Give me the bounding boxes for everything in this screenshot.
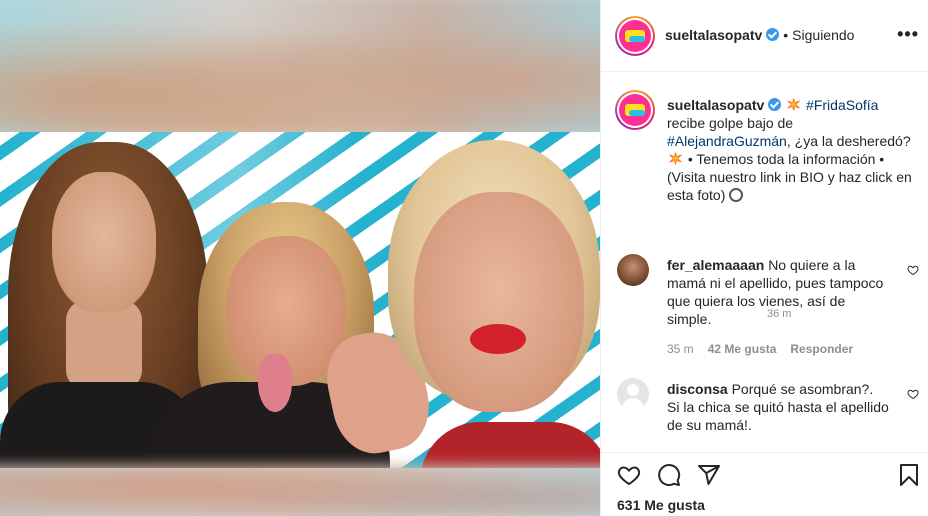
caption-username[interactable]: sueltalasopatv [667, 97, 764, 113]
comment-like-heart-icon[interactable] [907, 388, 919, 400]
header-username[interactable]: sueltalasopatv [665, 27, 762, 43]
comment-text: fer_alemaaaan No quiere a la mamá ni el … [667, 256, 889, 328]
comment-username[interactable]: fer_alemaaaan [667, 257, 764, 273]
comment-username[interactable]: disconsa [667, 381, 728, 397]
follow-separator: • [783, 27, 789, 43]
likes-count[interactable]: 631 Me gusta [617, 497, 705, 513]
comment-avatar[interactable] [617, 254, 649, 286]
following-button[interactable]: Siguiendo [792, 27, 854, 43]
sueltalasopa-logo [619, 94, 651, 126]
post-photo[interactable] [0, 132, 600, 468]
post-actions-bar: 631 Me gusta [601, 452, 928, 516]
caption-text-2: , ¿ya la desheredó? [786, 133, 911, 149]
caption-text-1: recibe golpe bajo de [667, 115, 794, 131]
comment-icon[interactable] [657, 463, 681, 487]
hashtag-fridasofia-link[interactable]: #FridaSofía [806, 97, 878, 113]
comment-avatar-default[interactable] [617, 378, 649, 410]
post-side-panel: sueltalasopatv • Siguiendo ••• sueltalasop… [600, 0, 928, 516]
caption-text: sueltalasopatv #FridaSofía recibe golpe … [667, 96, 917, 205]
person-right-lips [470, 324, 526, 354]
person-left-neck [66, 300, 142, 390]
heart-icon[interactable] [617, 463, 641, 487]
comment-like-heart-icon[interactable] [907, 264, 919, 276]
verified-badge-icon [768, 98, 782, 111]
comment-likes[interactable]: 42 Me gusta [708, 342, 777, 356]
comment-text: disconsa Porqué se asombran?. Si la chic… [667, 380, 889, 434]
post-header: sueltalasopatv • Siguiendo ••• [601, 0, 928, 72]
post-media[interactable] [0, 0, 600, 516]
comment-meta: 35 m 42 Me gusta Responder [667, 342, 867, 356]
bookmark-icon[interactable] [897, 463, 921, 487]
header-avatar[interactable] [615, 16, 655, 56]
person-right-face [414, 192, 584, 412]
caption-text-3: • Tenemos toda la información • (Visita … [667, 151, 912, 203]
caption-avatar[interactable] [615, 90, 655, 130]
share-icon[interactable] [697, 463, 721, 487]
person-center-tongue [258, 354, 292, 412]
paperclip-icon [726, 185, 747, 205]
person-left-face [52, 172, 156, 312]
collision-emoji-icon [787, 98, 801, 111]
header-user-line: sueltalasopatv • Siguiendo [665, 27, 854, 45]
blurred-background-bottom [0, 465, 600, 516]
comment-reply-button[interactable]: Responder [790, 342, 853, 356]
blurred-background-top [0, 0, 600, 138]
verified-badge-icon [766, 28, 780, 41]
sueltalasopa-logo [619, 20, 651, 52]
hashtag-alejandraguzman-link[interactable]: #AlejandraGuzmán [667, 133, 787, 149]
collision-emoji-icon [669, 152, 682, 165]
comment-time[interactable]: 35 m [667, 342, 694, 356]
more-icon[interactable]: ••• [897, 24, 919, 45]
